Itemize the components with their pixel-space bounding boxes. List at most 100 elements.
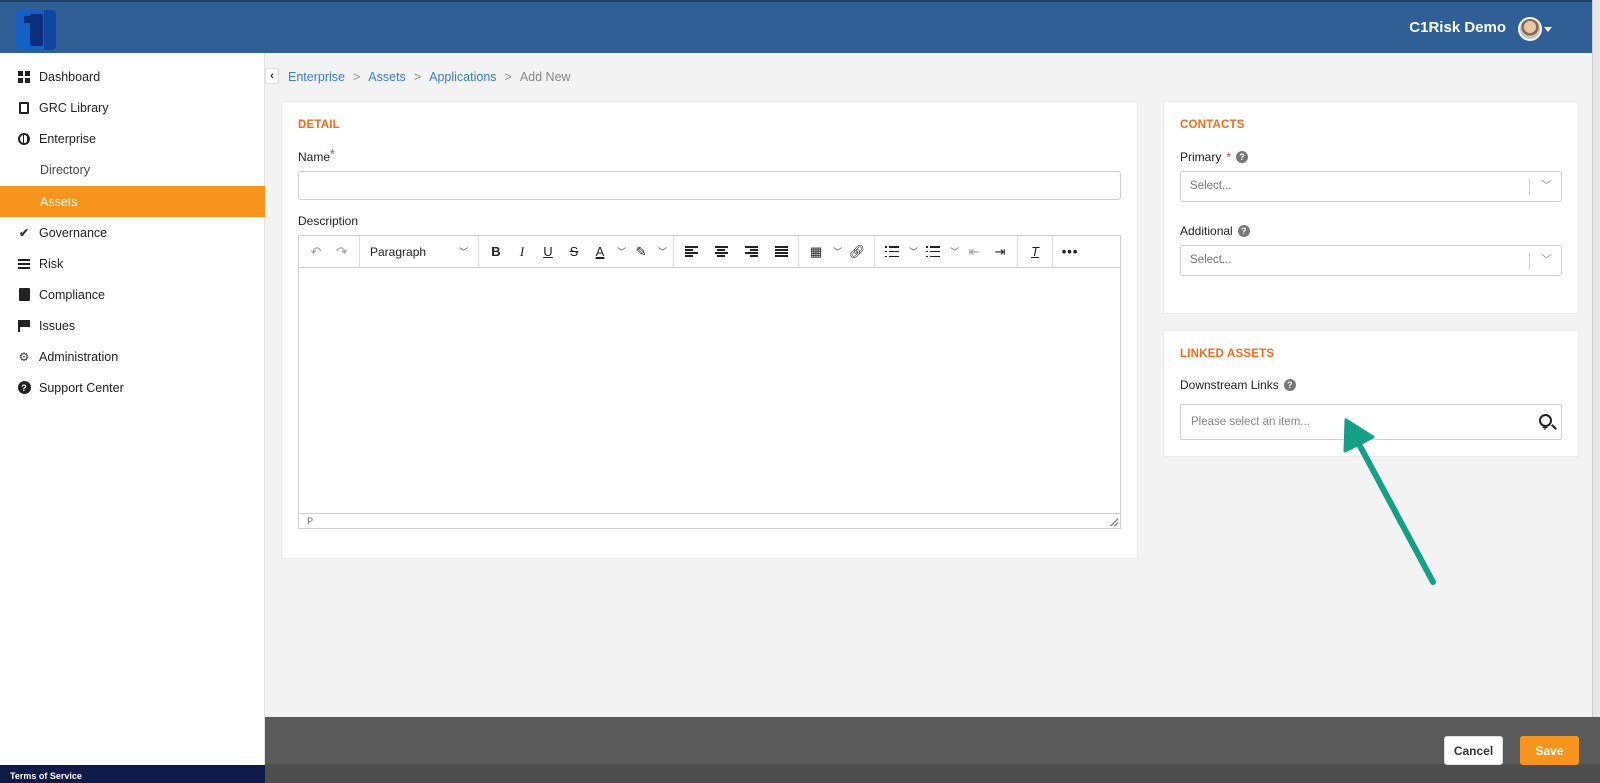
user-avatar[interactable] [1518, 17, 1542, 41]
clear-formatting-icon[interactable]: T [1024, 241, 1046, 263]
gear-icon: ⚙ [18, 349, 30, 364]
description-label: Description [298, 214, 359, 228]
highlight-color-icon[interactable]: ✎ [630, 241, 652, 263]
align-right-icon[interactable] [740, 241, 762, 263]
user-name[interactable]: C1Risk Demo [1409, 19, 1506, 36]
description-editor[interactable]: ↶ ↷ Paragraph ﹀ B I U S A ﹀ ✎ ﹀ ▦ ﹀ 🔗︎ ﹀… [298, 235, 1121, 529]
sidebar-item-label: GRC Library [39, 100, 109, 115]
additional-contacts-placeholder: Select... [1190, 254, 1232, 266]
help-icon[interactable]: ? [1283, 379, 1296, 391]
sidebar-item-grc-library[interactable]: GRC Library [0, 92, 265, 123]
sidebar-item-dashboard[interactable]: Dashboard [0, 61, 265, 92]
bold-icon[interactable]: B [485, 241, 507, 263]
strikethrough-icon[interactable]: S [563, 241, 585, 263]
app-logo[interactable] [16, 10, 56, 50]
block-format-value: Paragraph [370, 244, 427, 259]
link-icon[interactable]: 🔗︎ [846, 241, 868, 263]
chevron-down-icon[interactable]: ﹀ [1541, 246, 1552, 275]
indent-icon[interactable]: ⇥ [989, 241, 1011, 263]
breadcrumb-separator: > [504, 70, 512, 84]
user-menu-caret-icon[interactable] [1544, 27, 1552, 32]
downstream-links-placeholder: Please select an item... [1191, 416, 1310, 428]
insert-group: ▦ ﹀ 🔗︎ [799, 235, 876, 268]
sidebar-item-label: Dashboard [39, 69, 101, 84]
align-left-icon[interactable] [680, 241, 702, 263]
name-input[interactable] [298, 171, 1121, 200]
chevron-down-icon[interactable]: ﹀ [909, 245, 918, 258]
sidebar-item-compliance[interactable]: Compliance [0, 279, 265, 310]
more-options-icon[interactable]: ••• [1059, 241, 1081, 263]
bullet-list-icon[interactable] [881, 241, 903, 263]
clipboard-icon [17, 288, 31, 302]
sidebar-item-administration[interactable]: ⚙ Administration [0, 341, 265, 372]
collapse-sidebar-button[interactable]: ‹ [265, 68, 279, 84]
contacts-panel [1163, 101, 1579, 314]
sidebar-item-support-center[interactable]: ? Support Center [0, 372, 265, 403]
text-color-icon[interactable]: A [589, 241, 611, 263]
cancel-button[interactable]: Cancel [1444, 736, 1503, 765]
zoom-search-icon[interactable] [1539, 412, 1552, 446]
resize-handle-icon[interactable] [1110, 518, 1118, 526]
sidebar-item-directory[interactable]: Directory [0, 154, 265, 185]
terms-of-service-link[interactable]: Terms of Service [0, 765, 265, 783]
chevron-down-icon[interactable]: ﹀ [1541, 172, 1552, 201]
editor-toolbar: ↶ ↷ Paragraph ﹀ B I U S A ﹀ ✎ ﹀ ▦ ﹀ 🔗︎ ﹀… [299, 235, 1120, 268]
breadcrumb: Enterprise > Assets > Applications > Add… [288, 70, 571, 84]
element-path[interactable]: P [307, 516, 313, 526]
sidebar-item-issues[interactable]: Issues [0, 310, 265, 341]
align-center-icon[interactable] [710, 241, 732, 263]
save-button[interactable]: Save [1520, 736, 1579, 765]
sidebar: Dashboard GRC Library Enterprise Directo… [0, 53, 265, 783]
sidebar-item-label: Assets [40, 194, 78, 209]
undo-icon[interactable]: ↶ [305, 241, 327, 263]
sidebar-item-assets[interactable]: Assets [0, 186, 265, 217]
linked-assets-section-title: LINKED ASSETS [1180, 348, 1275, 360]
downstream-links-lookup[interactable]: Please select an item... [1180, 404, 1562, 446]
primary-label: Primary * ? [1180, 150, 1249, 164]
primary-label-text: Primary [1180, 150, 1222, 164]
sidebar-item-label: Administration [39, 349, 119, 364]
align-justify-icon[interactable] [770, 241, 792, 263]
primary-contact-select[interactable]: Select... ﹀ [1180, 171, 1562, 202]
table-icon[interactable]: ▦ [805, 241, 827, 263]
breadcrumb-current: Add New [519, 70, 571, 84]
chevron-down-icon[interactable]: ﹀ [617, 245, 626, 258]
question-icon: ? [17, 381, 31, 395]
more-group: ••• [1053, 236, 1087, 268]
numbered-list-icon[interactable] [922, 241, 944, 263]
breadcrumb-assets[interactable]: Assets [368, 70, 406, 84]
chevron-down-icon[interactable]: ﹀ [833, 245, 842, 258]
sidebar-item-label: Compliance [39, 287, 106, 302]
sidebar-item-label: Risk [39, 256, 64, 271]
text-style-group: B I U S A ﹀ ✎ ﹀ [479, 235, 675, 268]
sidebar-item-risk[interactable]: Risk [0, 248, 265, 279]
chevron-down-icon[interactable]: ﹀ [658, 245, 667, 258]
sidebar-item-enterprise[interactable]: Enterprise [0, 123, 265, 154]
redo-icon[interactable]: ↷ [331, 241, 353, 263]
help-icon[interactable]: ? [1236, 151, 1249, 163]
help-icon[interactable]: ? [1237, 225, 1250, 237]
sidebar-item-label: Issues [39, 318, 76, 333]
required-marker: * [1226, 150, 1232, 164]
window-scrollbar[interactable] [1592, 0, 1600, 783]
breadcrumb-enterprise[interactable]: Enterprise [288, 70, 345, 84]
globe-icon [17, 132, 31, 146]
top-bar: C1Risk Demo [0, 0, 1600, 53]
select-separator [1529, 179, 1530, 195]
breadcrumb-applications[interactable]: Applications [429, 70, 496, 84]
primary-contact-placeholder: Select... [1190, 180, 1232, 192]
block-format-select[interactable]: Paragraph ﹀ [366, 241, 472, 263]
additional-label: Additional ? [1180, 224, 1250, 238]
required-marker: * [330, 147, 335, 161]
chevron-down-icon[interactable]: ﹀ [950, 245, 959, 258]
additional-label-text: Additional [1180, 224, 1233, 238]
underline-icon[interactable]: U [537, 241, 559, 263]
book-icon [17, 101, 31, 115]
sidebar-item-governance[interactable]: ✔ Governance [0, 217, 265, 248]
chevron-down-icon: ﹀ [458, 247, 468, 257]
outdent-icon[interactable]: ⇤ [963, 241, 985, 263]
italic-icon[interactable]: I [511, 241, 533, 263]
additional-contacts-select[interactable]: Select... ﹀ [1180, 245, 1562, 276]
breadcrumb-separator: > [413, 70, 422, 84]
select-separator [1529, 253, 1530, 269]
